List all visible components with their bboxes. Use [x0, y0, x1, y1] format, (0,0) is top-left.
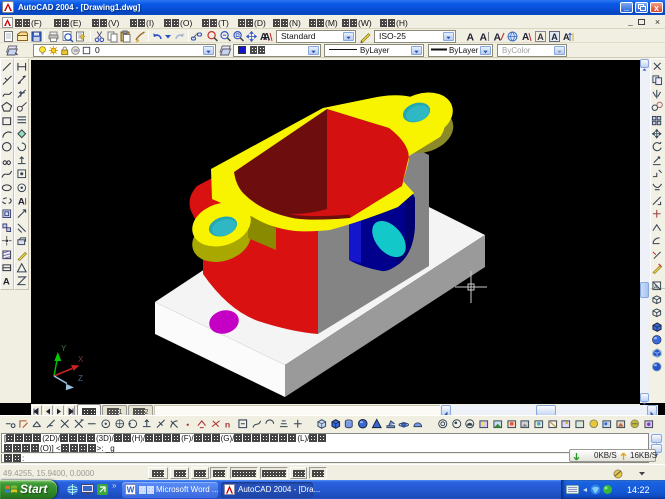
- svg-text:A: A: [537, 32, 544, 42]
- svg-text:Y: Y: [61, 344, 67, 353]
- svg-text:A: A: [18, 197, 25, 207]
- svg-text:A: A: [654, 285, 658, 291]
- svg-text:A: A: [551, 32, 558, 42]
- svg-text:X: X: [78, 355, 84, 364]
- svg-text:W: W: [127, 486, 135, 495]
- svg-text:A: A: [3, 277, 10, 287]
- svg-text:A: A: [494, 32, 502, 44]
- svg-text:A: A: [522, 32, 529, 43]
- svg-text:A: A: [480, 32, 488, 44]
- svg-text:Z: Z: [78, 374, 83, 383]
- svg-text:A: A: [263, 32, 270, 43]
- svg-text:A: A: [467, 32, 475, 44]
- svg-text:A: A: [563, 32, 570, 42]
- svg-text:n: n: [225, 420, 230, 430]
